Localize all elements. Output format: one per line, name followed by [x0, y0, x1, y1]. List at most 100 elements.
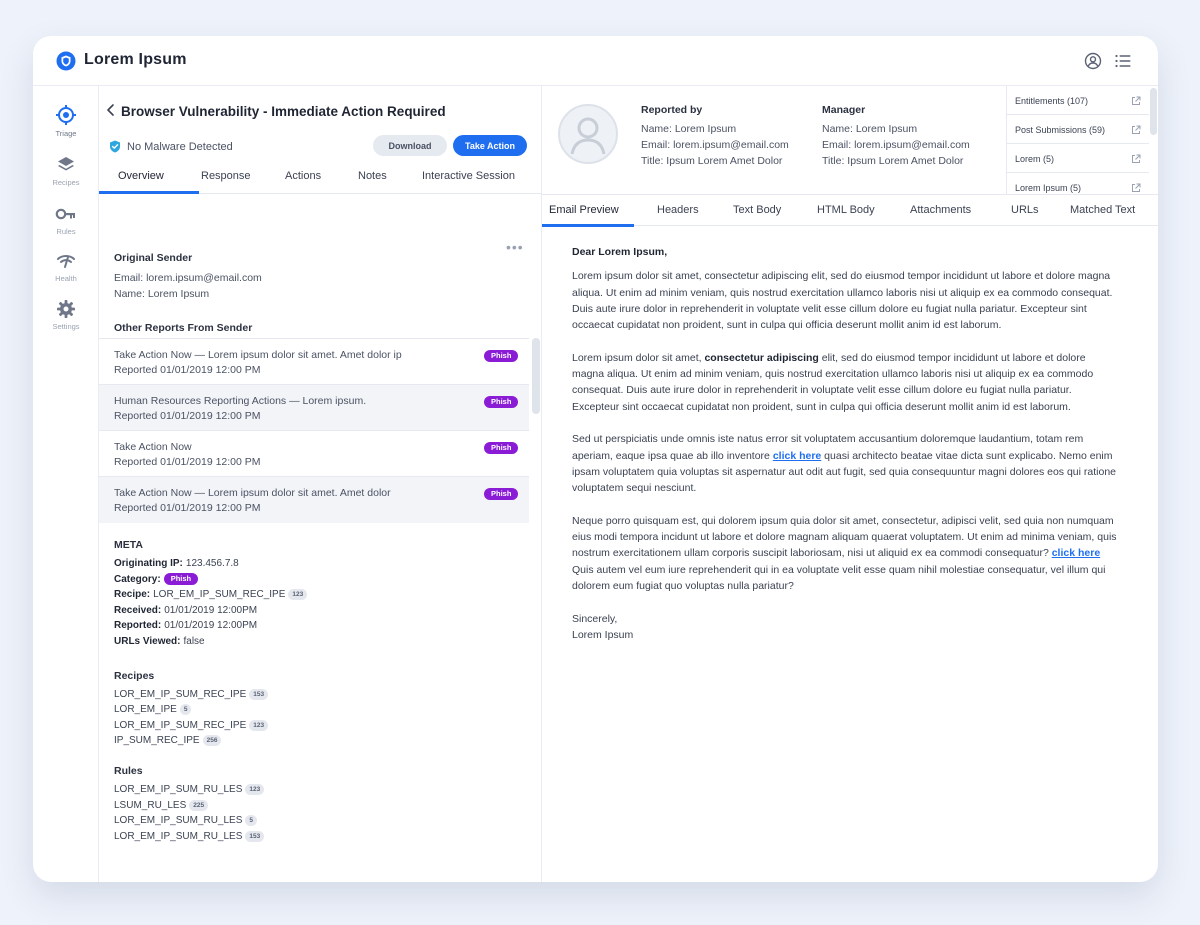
recipe-item[interactable]: IP_SUM_REC_IPE 256: [114, 735, 222, 746]
meta-label: Received:: [114, 605, 162, 616]
tab-matched-text[interactable]: Matched Text: [1070, 204, 1135, 216]
report-title: Take Action Now — Lorem ipsum dolor sit …: [114, 487, 391, 499]
entitlement-item[interactable]: Lorem (5): [1007, 144, 1149, 173]
entitlement-item[interactable]: Lorem Ipsum (5): [1007, 173, 1149, 194]
rule-name: LOR_EM_IP_SUM_RU_LES: [114, 815, 243, 826]
meta-recipe: Recipe: LOR_EM_IP_SUM_REC_IPE 123: [114, 589, 308, 600]
nav-settings[interactable]: Settings: [33, 299, 99, 331]
external-link-icon[interactable]: [1131, 183, 1141, 193]
nav-rules[interactable]: Rules: [33, 204, 99, 236]
phish-badge: Phish: [163, 573, 199, 585]
email-signature: Lorem Ipsum: [572, 628, 634, 641]
text-run: Lorem ipsum dolor sit amet,: [572, 351, 705, 364]
meta-reported: Reported: 01/01/2019 12:00PM: [114, 620, 257, 631]
nav-recipes[interactable]: Recipes: [33, 155, 99, 187]
reports-scrollbar[interactable]: [532, 338, 540, 414]
external-link-icon[interactable]: [1131, 125, 1141, 135]
sender-name: Name: Lorem Ipsum: [114, 288, 210, 300]
meta-value: 01/01/2019 12:00PM: [164, 605, 258, 616]
tab-urls[interactable]: URLs: [1011, 204, 1039, 216]
gear-icon: [57, 300, 75, 318]
avatar: [558, 104, 618, 164]
meta-label: URLs Viewed:: [114, 636, 181, 647]
manager-email: Email: lorem.ipsum@email.com: [822, 139, 970, 151]
meta-label: Recipe:: [114, 589, 151, 600]
recipe-item[interactable]: LOR_EM_IP_SUM_REC_IPE 123: [114, 720, 269, 731]
entitlement-item[interactable]: Post Submissions (59): [1007, 115, 1149, 144]
external-link-icon[interactable]: [1131, 96, 1141, 106]
more-options-icon[interactable]: •••: [506, 240, 524, 254]
other-reports-heading: Other Reports From Sender: [114, 322, 253, 334]
meta-value: 01/01/2019 12:00PM: [164, 620, 258, 631]
email-tabs: Email Preview Headers Text Body HTML Bod…: [542, 194, 1158, 227]
tab-headers[interactable]: Headers: [657, 204, 699, 216]
shield-check-icon: [110, 140, 120, 153]
external-link-icon[interactable]: [1131, 154, 1141, 164]
rule-name: LOR_EM_IP_SUM_RU_LES: [114, 784, 243, 795]
entitlement-label: Entitlements (107): [1015, 96, 1089, 106]
report-date: Reported 01/01/2019 12:00 PM: [114, 410, 261, 422]
tab-attachments[interactable]: Attachments: [910, 204, 971, 216]
other-reports-list: Take Action Now — Lorem ipsum dolor sit …: [99, 338, 529, 523]
meta-originating-ip: Originating IP: 123.456.7.8: [114, 558, 239, 569]
rule-item[interactable]: LSUM_RU_LES 225: [114, 800, 209, 811]
tab-overview[interactable]: Overview: [118, 170, 164, 182]
app-title: Lorem Ipsum: [84, 51, 187, 68]
email-link[interactable]: click here: [1052, 547, 1100, 559]
report-date: Reported 01/01/2019 12:00 PM: [114, 456, 261, 468]
recipe-item[interactable]: LOR_EM_IP_SUM_REC_IPE 153: [114, 689, 269, 700]
rule-item[interactable]: LOR_EM_IP_SUM_RU_LES 5: [114, 815, 258, 826]
entitlement-item[interactable]: Entitlements (107): [1007, 86, 1149, 115]
signal-icon: [57, 255, 75, 268]
nav-label: Triage: [55, 129, 77, 138]
email-paragraph: Sed ut perspiciatis unde omnis iste natu…: [572, 431, 1120, 496]
tab-text-body[interactable]: Text Body: [733, 204, 781, 216]
download-button[interactable]: Download: [373, 135, 447, 156]
left-nav-rail: Triage Recipes Rules Health Settings: [33, 86, 99, 882]
report-row[interactable]: Take Action Now — Lorem ipsum dolor sit …: [99, 477, 529, 523]
recipe-item[interactable]: LOR_EM_IPE 5: [114, 704, 192, 715]
report-title: Take Action Now — Lorem ipsum dolor sit …: [114, 349, 402, 361]
rule-item[interactable]: LOR_EM_IP_SUM_RU_LES 123: [114, 784, 265, 795]
meta-value: 123.456.7.8: [185, 558, 239, 569]
active-tab-indicator: [99, 191, 199, 194]
nav-triage[interactable]: Triage: [33, 104, 99, 138]
key-icon: [55, 208, 75, 220]
report-row[interactable]: Take Action Now — Lorem ipsum dolor sit …: [99, 339, 529, 385]
tab-actions[interactable]: Actions: [285, 170, 321, 182]
tab-interactive-session[interactable]: Interactive Session: [422, 170, 515, 182]
top-bar: Lorem Ipsum: [33, 36, 1158, 86]
tab-notes[interactable]: Notes: [358, 170, 387, 182]
entitlement-label: Lorem Ipsum (5): [1015, 183, 1082, 193]
malware-status: No Malware Detected: [109, 140, 233, 153]
entitlements-scrollbar[interactable]: [1150, 88, 1157, 135]
phish-badge: Phish: [484, 396, 519, 408]
manager-name: Name: Lorem Ipsum: [822, 123, 918, 135]
entitlement-label: Lorem (5): [1015, 154, 1055, 164]
tab-email-preview[interactable]: Email Preview: [549, 204, 619, 216]
user-profile-icon[interactable]: [1084, 52, 1102, 70]
meta-label: Originating IP:: [114, 558, 183, 569]
back-chevron-icon[interactable]: [105, 103, 117, 117]
rules-heading: Rules: [114, 765, 143, 777]
take-action-button[interactable]: Take Action: [453, 135, 527, 156]
crosshair-icon: [56, 105, 76, 125]
nav-label: Health: [55, 274, 77, 283]
tab-html-body[interactable]: HTML Body: [817, 204, 875, 216]
count-badge: 153: [245, 831, 265, 842]
reporter-email: Email: lorem.ipsum@email.com: [641, 139, 789, 151]
rule-item[interactable]: LOR_EM_IP_SUM_RU_LES 153: [114, 831, 265, 842]
menu-list-icon[interactable]: [1114, 52, 1132, 70]
recipe-name: LOR_EM_IPE: [114, 704, 177, 715]
recipe-name: LOR_EM_IP_SUM_REC_IPE: [114, 689, 247, 700]
reporter-title: Title: Ipsum Lorem Amet Dolor: [641, 155, 783, 167]
email-link[interactable]: click here: [773, 450, 821, 462]
phish-badge: Phish: [484, 442, 519, 454]
report-row[interactable]: Take Action Now Reported 01/01/2019 12:0…: [99, 431, 529, 477]
meta-received: Received: 01/01/2019 12:00PM: [114, 605, 257, 616]
report-row[interactable]: Human Resources Reporting Actions — Lore…: [99, 385, 529, 431]
tab-response[interactable]: Response: [201, 170, 251, 182]
nav-health[interactable]: Health: [33, 251, 99, 283]
email-greeting: Dear Lorem Ipsum,: [572, 246, 668, 258]
recipes-heading: Recipes: [114, 670, 155, 682]
